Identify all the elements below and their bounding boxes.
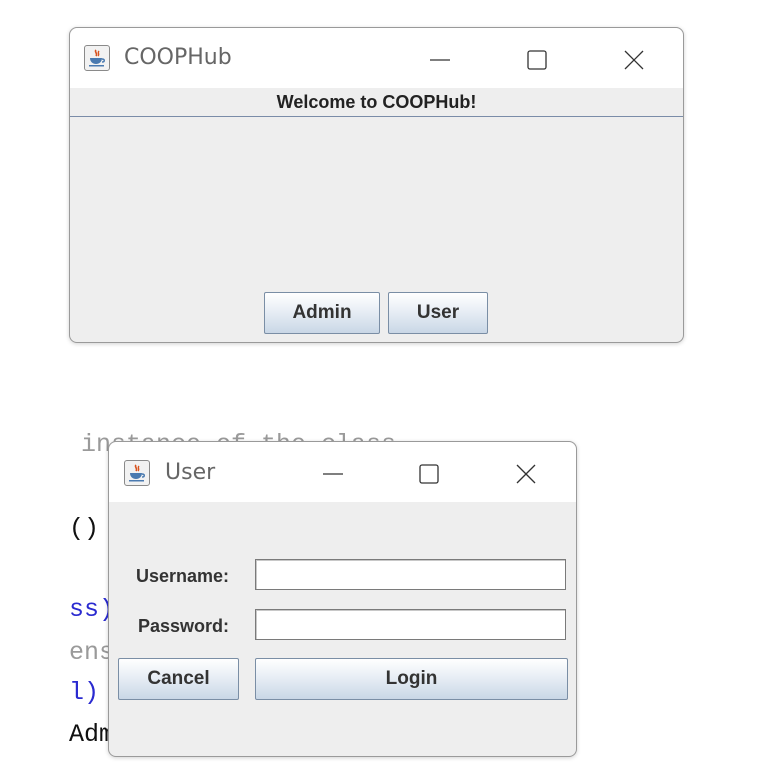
cancel-button[interactable]: Cancel — [118, 658, 239, 700]
welcome-heading: Welcome to COOPHub! — [276, 92, 477, 112]
minimize-icon[interactable] — [420, 40, 460, 80]
admin-button[interactable]: Admin — [264, 292, 380, 334]
close-icon[interactable] — [614, 40, 654, 80]
main-window-title: COOPHub — [124, 45, 232, 70]
username-field[interactable] — [255, 559, 566, 590]
password-label: Password: — [138, 616, 230, 636]
dialog-titlebar[interactable]: User — [109, 442, 576, 502]
password-field[interactable] — [255, 609, 566, 640]
code-line: () — [69, 514, 100, 543]
maximize-icon[interactable] — [409, 454, 449, 494]
maximize-icon[interactable] — [517, 40, 557, 80]
dialog-title: User — [165, 460, 216, 485]
main-titlebar[interactable]: COOPHub — [70, 28, 683, 88]
login-button[interactable]: Login — [255, 658, 568, 700]
java-coffee-cup-icon — [124, 460, 150, 486]
code-line: l) — [69, 678, 100, 707]
minimize-icon[interactable] — [313, 454, 353, 494]
heading-divider — [70, 116, 683, 117]
user-button[interactable]: User — [388, 292, 488, 334]
close-icon[interactable] — [506, 454, 546, 494]
main-window: COOPHub Welcome to COOPHub! Admin User — [69, 27, 684, 343]
login-dialog: User Username: Password: Cancel Login — [108, 441, 577, 757]
java-coffee-cup-icon — [84, 45, 110, 71]
username-label: Username: — [136, 566, 230, 586]
